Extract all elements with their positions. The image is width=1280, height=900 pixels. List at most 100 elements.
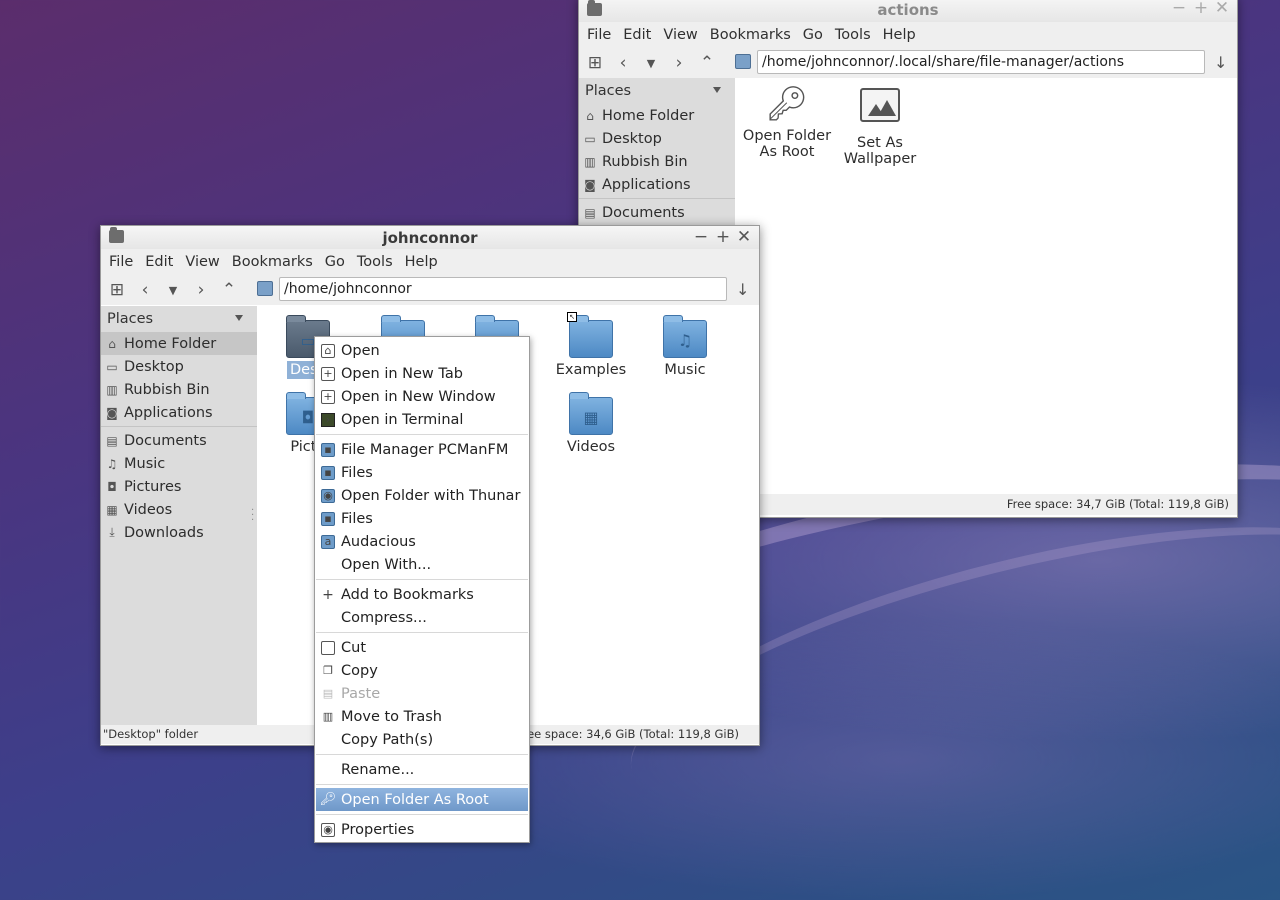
file-view[interactable]: 🔑︎ Open Folder As Root Set As Wallpaper [736, 78, 1237, 494]
menu-go[interactable]: Go [797, 27, 829, 43]
menu-item-properties[interactable]: ◉ Properties [316, 818, 528, 841]
sidebar-item-desktop[interactable]: ▭ Desktop [579, 127, 735, 150]
menu-help[interactable]: Help [877, 27, 922, 43]
chevron-down-icon[interactable] [235, 315, 243, 321]
forward-icon[interactable]: › [187, 280, 215, 300]
close-button[interactable]: ✕ [1212, 0, 1232, 18]
menu-item-copy-paths[interactable]: Copy Path(s) [316, 728, 528, 751]
places-header[interactable]: Places [579, 78, 735, 104]
menu-item-add-bookmarks[interactable]: + Add to Bookmarks [316, 583, 528, 606]
menu-item-paste[interactable]: ▤ Paste [316, 682, 528, 705]
new-tab-icon[interactable]: ⊞ [103, 280, 131, 300]
up-icon[interactable]: ⌃ [215, 280, 243, 300]
menu-tools[interactable]: Tools [351, 254, 399, 270]
sidebar-item-applications[interactable]: ◙ Applications [101, 401, 257, 424]
maximize-button[interactable]: + [713, 227, 733, 247]
paste-icon: ▤ [322, 687, 334, 700]
minimize-button[interactable]: − [691, 227, 711, 247]
folder-videos-icon: ▦ [569, 392, 613, 435]
menu-go[interactable]: Go [319, 254, 351, 270]
sidebar-item-documents[interactable]: ▤ Documents [579, 201, 735, 224]
minimize-button[interactable]: − [1169, 0, 1189, 18]
sidebar-item-rubbish-bin[interactable]: ▥ Rubbish Bin [101, 378, 257, 401]
menu-item-cut[interactable]: Cut [316, 636, 528, 659]
menu-edit[interactable]: Edit [139, 254, 179, 270]
menu-item-open[interactable]: ⌂ Open [316, 339, 528, 362]
new-tab-icon[interactable]: ⊞ [581, 53, 609, 73]
menu-separator [316, 814, 528, 815]
go-icon[interactable]: ↓ [736, 280, 749, 299]
new-window-icon: + [321, 389, 335, 404]
file-item-music[interactable]: ♫ Music [640, 315, 730, 378]
menu-item-open-terminal[interactable]: › Open in Terminal [316, 408, 528, 431]
chevron-down-icon[interactable] [713, 87, 721, 93]
home-icon[interactable] [735, 54, 751, 69]
up-icon[interactable]: ⌃ [693, 53, 721, 73]
sidebar-item-pictures[interactable]: ◘ Pictures [101, 475, 257, 498]
forward-icon[interactable]: › [665, 53, 693, 73]
titlebar[interactable]: actions − + ✕ [579, 0, 1237, 22]
menu-view[interactable]: View [179, 254, 225, 270]
menu-item-label: Copy [341, 662, 378, 679]
menu-item-compress[interactable]: Compress... [316, 606, 528, 629]
toolbar: ⊞ ‹ ▼ › ⌃ /home/johnconnor ↓ [101, 275, 759, 305]
sidebar-resize-handle[interactable]: · · · [251, 506, 254, 526]
menu-item-move-to-trash[interactable]: ▥ Move to Trash [316, 705, 528, 728]
menu-item-thunar[interactable]: ◉ Open Folder with Thunar [316, 484, 528, 507]
menu-item-files[interactable]: ▪ Files [316, 507, 528, 530]
menu-item-label: Compress... [341, 609, 427, 626]
menu-bookmarks[interactable]: Bookmarks [704, 27, 797, 43]
menu-item-files[interactable]: ▪ Files [316, 461, 528, 484]
status-selection: "Desktop" folder [103, 727, 199, 741]
file-item-videos[interactable]: ▦ Videos [546, 392, 636, 455]
home-icon[interactable] [257, 281, 273, 296]
sidebar-item-videos[interactable]: ▦ Videos [101, 498, 257, 521]
sidebar-item-music[interactable]: ♫ Music [101, 452, 257, 475]
path-input[interactable]: /home/johnconnor/.local/share/file-manag… [757, 50, 1205, 74]
menu-item-open-new-window[interactable]: + Open in New Window [316, 385, 528, 408]
back-icon[interactable]: ‹ [131, 280, 159, 300]
toolbar: ⊞ ‹ ▼ › ⌃ /home/johnconnor/.local/share/… [579, 48, 1237, 78]
path-input[interactable]: /home/johnconnor [279, 277, 727, 301]
menu-item-audacious[interactable]: a Audacious [316, 530, 528, 553]
sidebar-item-documents[interactable]: ▤ Documents [101, 429, 257, 452]
window-title: johnconnor [382, 229, 478, 247]
menu-view[interactable]: View [657, 27, 703, 43]
menu-item-copy[interactable]: ❐ Copy [316, 659, 528, 682]
sidebar-item-desktop[interactable]: ▭ Desktop [101, 355, 257, 378]
places-header[interactable]: Places [101, 306, 257, 332]
history-dropdown-icon[interactable]: ▼ [637, 57, 665, 70]
menu-item-open-folder-as-root[interactable]: 🔑︎ Open Folder As Root [316, 788, 528, 811]
menu-separator [316, 784, 528, 785]
sidebar-item-applications[interactable]: ◙ Applications [579, 173, 735, 196]
sidebar-item-home[interactable]: ⌂ Home Folder [101, 332, 257, 355]
menu-item-open-new-tab[interactable]: + Open in New Tab [316, 362, 528, 385]
history-dropdown-icon[interactable]: ▼ [159, 284, 187, 297]
menu-item-rename[interactable]: Rename... [316, 758, 528, 781]
audacious-icon: a [321, 534, 335, 549]
sidebar-item-rubbish-bin[interactable]: ▥ Rubbish Bin [579, 150, 735, 173]
menu-help[interactable]: Help [399, 254, 444, 270]
maximize-button[interactable]: + [1191, 0, 1211, 18]
file-item-open-folder-as-root[interactable]: 🔑︎ Open Folder As Root [741, 84, 833, 160]
sidebar-item-home[interactable]: ⌂ Home Folder [579, 104, 735, 127]
menu-file[interactable]: File [103, 254, 139, 270]
plus-icon: + [322, 586, 334, 603]
status-free-space: Free space: 34,6 GiB (Total: 119,8 GiB) [516, 727, 739, 741]
menu-separator [316, 434, 528, 435]
menu-tools[interactable]: Tools [829, 27, 877, 43]
menu-edit[interactable]: Edit [617, 27, 657, 43]
close-button[interactable]: ✕ [734, 227, 754, 247]
sidebar-item-downloads[interactable]: ⤓ Downloads [101, 521, 257, 544]
menu-item-pcmanfm[interactable]: ▪ File Manager PCManFM [316, 438, 528, 461]
back-icon[interactable]: ‹ [609, 53, 637, 73]
titlebar[interactable]: johnconnor − + ✕ [101, 226, 759, 249]
menu-file[interactable]: File [581, 27, 617, 43]
menu-separator [316, 579, 528, 580]
go-icon[interactable]: ↓ [1214, 53, 1227, 72]
menu-item-open-with[interactable]: Open With... [316, 553, 528, 576]
file-item-set-as-wallpaper[interactable]: Set As Wallpaper [834, 88, 926, 167]
file-item-examples[interactable]: Examples [546, 315, 636, 378]
menu-bookmarks[interactable]: Bookmarks [226, 254, 319, 270]
applications-icon: ◙ [106, 405, 118, 420]
